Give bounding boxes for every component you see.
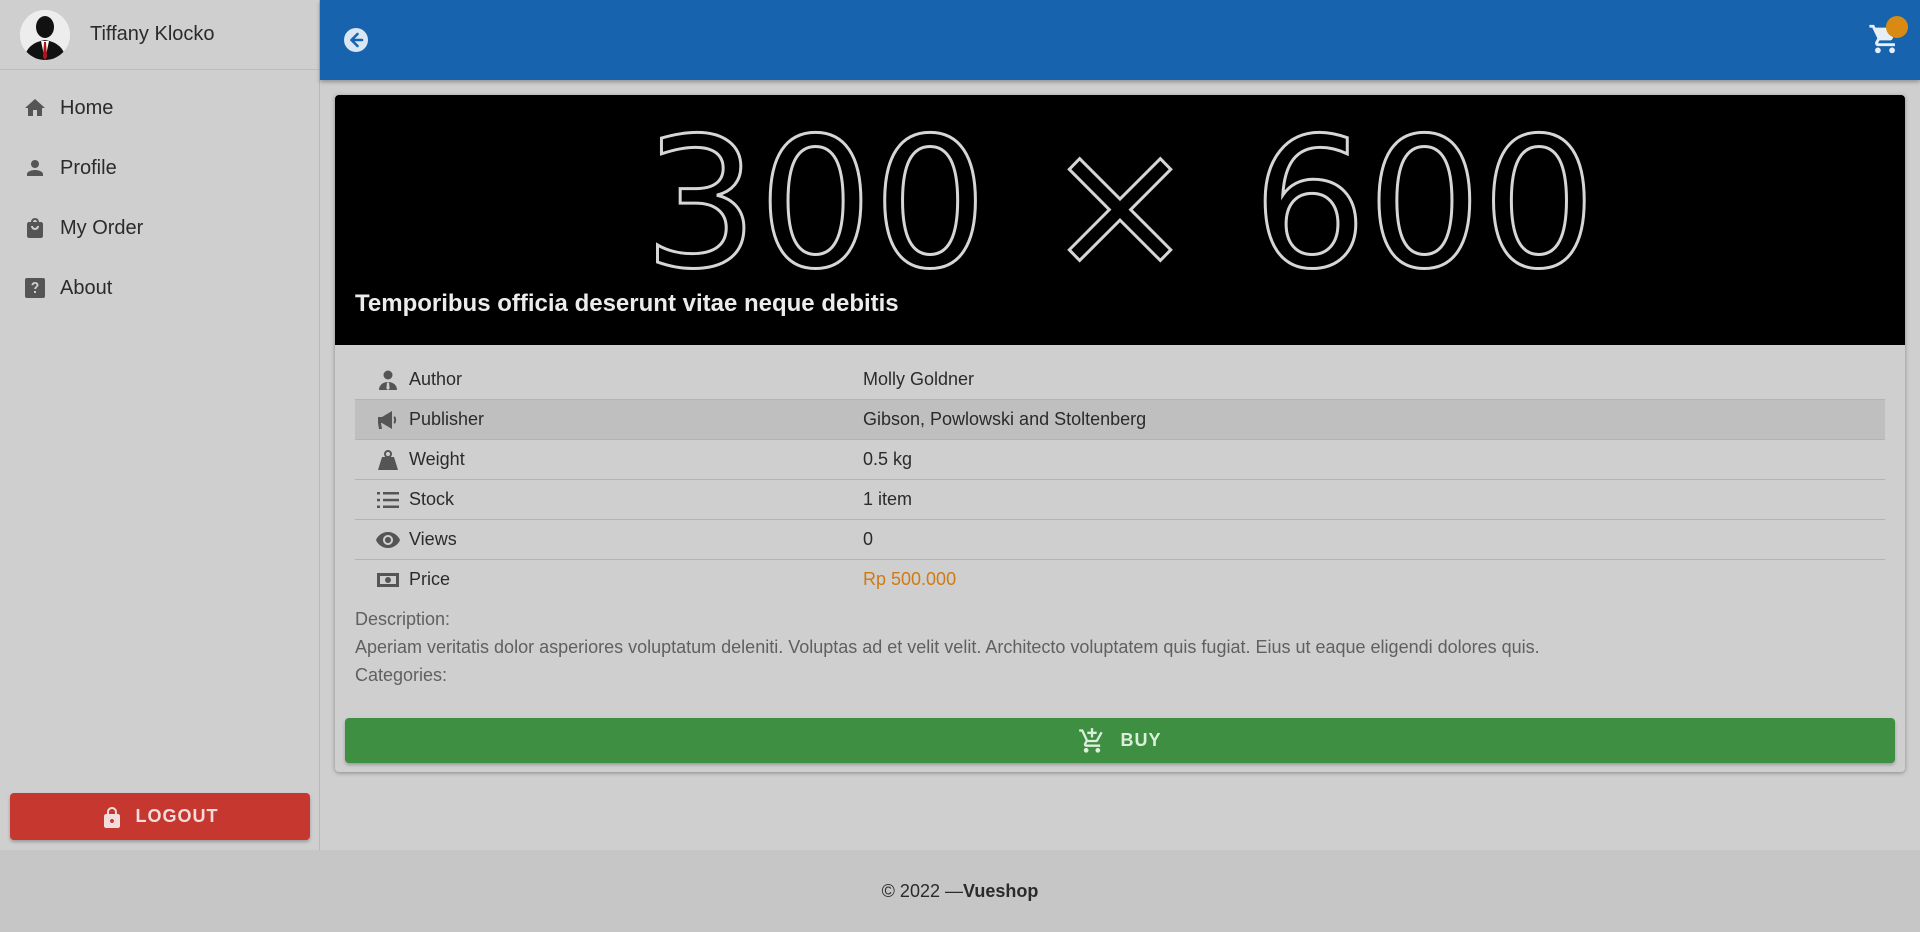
- user-tie-icon: [375, 369, 401, 391]
- detail-value: 0.5 kg: [863, 439, 1885, 480]
- product-card: 300 × 600 Temporibus officia deserunt vi…: [335, 95, 1905, 772]
- person-icon: [22, 155, 48, 181]
- sidebar-item-home[interactable]: Home: [0, 78, 319, 138]
- logout-button[interactable]: LOGOUT: [10, 793, 310, 840]
- detail-label: Weight: [409, 449, 465, 469]
- back-button[interactable]: [342, 26, 370, 54]
- eye-icon: [375, 529, 401, 551]
- footer-brand: Vueshop: [962, 880, 1039, 901]
- detail-label: Price: [409, 569, 451, 589]
- top-app-bar: [320, 0, 1920, 80]
- table-row: Weight 0.5 kg: [355, 439, 1885, 480]
- description-label: Description:: [355, 609, 451, 629]
- avatar: [20, 9, 70, 60]
- home-icon: [22, 95, 48, 121]
- sidebar-nav: Home Profile My Order About: [0, 78, 319, 318]
- detail-label: Stock: [409, 489, 455, 509]
- footer-copyright: © 2022 —: [881, 880, 963, 901]
- user-name: Tiffany Klocko: [90, 23, 215, 45]
- table-row: Stock 1 item: [355, 479, 1885, 520]
- table-row: Author Molly Goldner: [355, 360, 1885, 400]
- sidebar-item-label: Home: [60, 96, 114, 119]
- cart-button[interactable]: [1868, 16, 1908, 58]
- product-image: 300 × 600 Temporibus officia deserunt vi…: [335, 95, 1905, 345]
- product-details-table: Author Molly Goldner Publisher Gibson, P…: [355, 360, 1885, 599]
- list-icon: [375, 489, 401, 511]
- product-title: Temporibus officia deserunt vitae neque …: [355, 290, 899, 317]
- detail-value: 1 item: [863, 479, 1885, 520]
- megaphone-icon: [375, 409, 401, 431]
- description-text: Aperiam veritatis dolor asperiores volup…: [355, 637, 1540, 657]
- sidebar-item-about[interactable]: About: [0, 258, 319, 318]
- buy-label: BUY: [1120, 730, 1162, 750]
- description-block: Description: Aperiam veritatis dolor asp…: [355, 605, 1885, 689]
- detail-label: Publisher: [409, 409, 485, 429]
- sidebar-item-profile[interactable]: Profile: [0, 138, 319, 198]
- price-value: Rp 500.000: [863, 569, 957, 589]
- sidebar-item-label: Profile: [60, 156, 117, 179]
- table-row: Price Rp 500.000: [355, 560, 1885, 600]
- detail-label: Author: [409, 369, 463, 389]
- table-row: Publisher Gibson, Powlowski and Stoltenb…: [355, 399, 1885, 440]
- shopping-bag-icon: [22, 215, 48, 241]
- add-cart-icon: [1078, 727, 1106, 755]
- detail-label: Views: [409, 529, 457, 549]
- cart-badge: [1886, 16, 1908, 38]
- arrow-left-circle-icon: [344, 28, 368, 52]
- user-header: Tiffany Klocko: [0, 0, 319, 70]
- logout-label: LOGOUT: [135, 806, 219, 826]
- image-placeholder-text: 300 × 600: [642, 100, 1597, 309]
- categories-label: Categories:: [355, 665, 448, 685]
- buy-button[interactable]: BUY: [345, 718, 1895, 763]
- detail-value: 0: [863, 519, 1885, 560]
- money-icon: [375, 569, 401, 591]
- help-icon: [22, 275, 48, 301]
- table-row: Views 0: [355, 519, 1885, 560]
- sidebar: Tiffany Klocko Home Profile My Order Abo…: [0, 0, 320, 850]
- footer: © 2022 — Vueshop: [0, 850, 1920, 932]
- lock-icon: [102, 806, 122, 828]
- sidebar-item-label: About: [60, 276, 113, 299]
- weight-icon: [375, 449, 401, 471]
- sidebar-item-my-order[interactable]: My Order: [0, 198, 319, 258]
- detail-value: Molly Goldner: [863, 360, 1885, 400]
- detail-value: Gibson, Powlowski and Stoltenberg: [863, 399, 1885, 440]
- sidebar-item-label: My Order: [60, 216, 144, 239]
